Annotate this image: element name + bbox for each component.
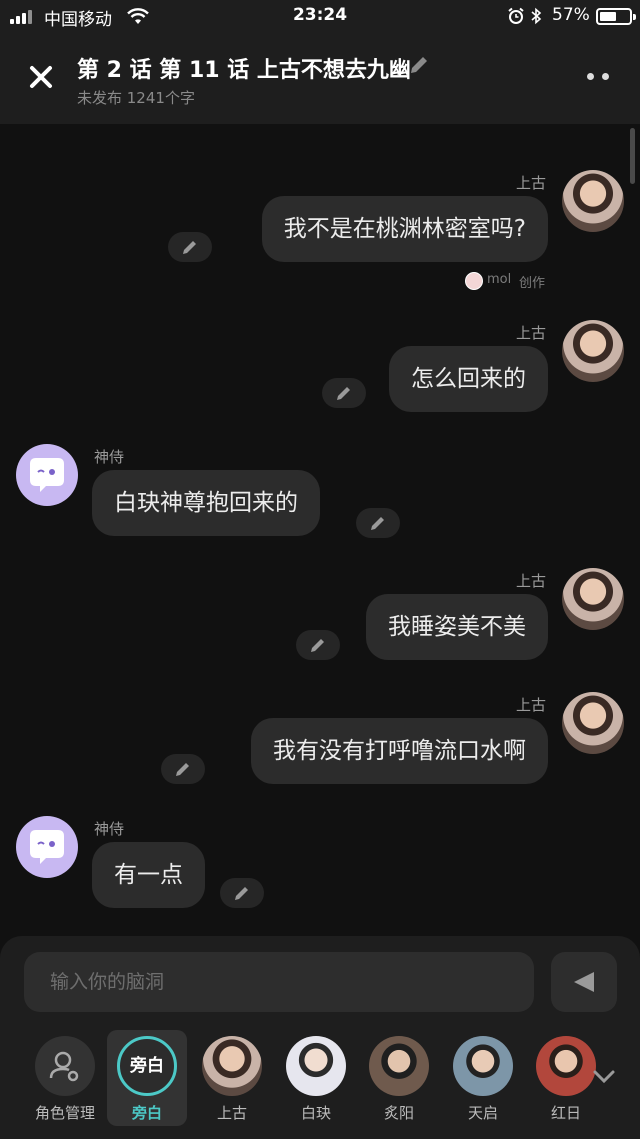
avatar (536, 1036, 596, 1096)
speaker-name: 上古 (515, 696, 546, 714)
message-bubble[interactable]: 我不是在桃渊林密室吗? (261, 196, 548, 262)
person-gear-icon (35, 1036, 95, 1096)
bluetooth-icon (531, 7, 542, 25)
header: 第 2 话 第 11 话 上古不想去九幽 未发布 1241个字 (0, 34, 640, 124)
character-label: 角色管理 (34, 1104, 95, 1122)
status-bar: 中国移动 23:24 57% (0, 0, 640, 34)
battery-percent: 57% (552, 5, 590, 25)
pencil-icon (311, 639, 324, 652)
creator-name: mol (487, 272, 512, 287)
chat-face-icon (30, 830, 64, 864)
character-label: 旁白 (131, 1104, 162, 1122)
speaker-name: 神侍 (94, 448, 125, 466)
edit-message-button[interactable] (356, 508, 400, 538)
edit-message-button[interactable] (161, 754, 205, 784)
chat-message: 神侍 白玦神尊抱回来的 (0, 442, 640, 542)
pencil-icon (371, 517, 384, 530)
speaker-name: 上古 (515, 324, 546, 342)
chat-message: 神侍 有一点 (0, 814, 640, 914)
character-label: 红日 (550, 1104, 581, 1122)
character-manage-button[interactable]: 角色管理 (25, 1030, 105, 1126)
composer: 角色管理 旁白 旁白 上古 白玦 炙阳 天启 红日 (0, 936, 640, 1139)
edit-message-button[interactable] (322, 378, 366, 408)
chevron-down-icon[interactable] (588, 1060, 620, 1092)
character-item[interactable]: 天启 (443, 1030, 523, 1126)
pencil-icon (183, 241, 196, 254)
alarm-icon (508, 7, 524, 24)
character-item[interactable]: 上古 (192, 1030, 272, 1126)
character-item-narrator[interactable]: 旁白 旁白 (107, 1030, 187, 1126)
more-dots-icon[interactable] (584, 68, 614, 84)
avatar[interactable] (16, 444, 78, 506)
character-item[interactable]: 炙阳 (359, 1030, 439, 1126)
speaker-name: 上古 (515, 174, 546, 192)
message-input[interactable] (24, 952, 534, 1012)
pencil-icon (176, 763, 189, 776)
close-icon[interactable] (24, 60, 58, 94)
message-bubble[interactable]: 有一点 (92, 842, 205, 908)
chat-message: 上古 我有没有打呼噜流口水啊 (0, 690, 640, 790)
edit-message-button[interactable] (296, 630, 340, 660)
word-count-status: 未发布 1241个字 (77, 89, 195, 107)
avatar: 旁白 (117, 1036, 177, 1096)
creator-avatar (465, 272, 483, 290)
chat-face-icon (30, 458, 64, 492)
message-bubble[interactable]: 我睡姿美不美 (366, 594, 548, 660)
battery-icon (596, 8, 636, 25)
avatar[interactable] (562, 568, 624, 630)
chat-message: 上古 怎么回来的 (0, 318, 640, 418)
chat-list: 上古 我不是在桃渊林密室吗? mol 创作 上古 怎么回来的 神侍 白玦神尊抱回… (0, 124, 640, 936)
avatar (286, 1036, 346, 1096)
avatar[interactable] (562, 692, 624, 754)
avatar[interactable] (562, 170, 624, 232)
message-bubble[interactable]: 白玦神尊抱回来的 (92, 470, 320, 536)
message-bubble[interactable]: 怎么回来的 (389, 346, 548, 412)
speaker-name: 上古 (515, 572, 546, 590)
avatar (369, 1036, 429, 1096)
page-title: 第 2 话 第 11 话 上古不想去九幽 (77, 58, 411, 83)
character-label: 上古 (216, 1104, 247, 1122)
pencil-icon[interactable] (408, 54, 430, 76)
pencil-icon (235, 887, 248, 900)
character-label: 炙阳 (383, 1104, 414, 1122)
speaker-name: 神侍 (94, 820, 125, 838)
message-bubble[interactable]: 我有没有打呼噜流口水啊 (251, 718, 548, 784)
edit-message-button[interactable] (220, 878, 264, 908)
pencil-icon (337, 387, 350, 400)
avatar[interactable] (16, 816, 78, 878)
avatar (202, 1036, 262, 1096)
avatar (453, 1036, 513, 1096)
message-input-wrapper (24, 952, 534, 1012)
character-item[interactable]: 白玦 (276, 1030, 356, 1126)
send-button[interactable] (551, 952, 617, 1012)
creator-label: 创作 (519, 276, 546, 291)
chat-message: 上古 我睡姿美不美 (0, 566, 640, 666)
send-icon (574, 972, 594, 992)
clock: 23:24 (292, 5, 348, 25)
character-label: 白玦 (300, 1104, 331, 1122)
avatar-text: 旁白 (130, 1056, 164, 1076)
avatar[interactable] (562, 320, 624, 382)
character-label: 天启 (467, 1104, 498, 1122)
edit-message-button[interactable] (168, 232, 212, 262)
chat-message: 上古 我不是在桃渊林密室吗? mol 创作 (0, 168, 640, 298)
